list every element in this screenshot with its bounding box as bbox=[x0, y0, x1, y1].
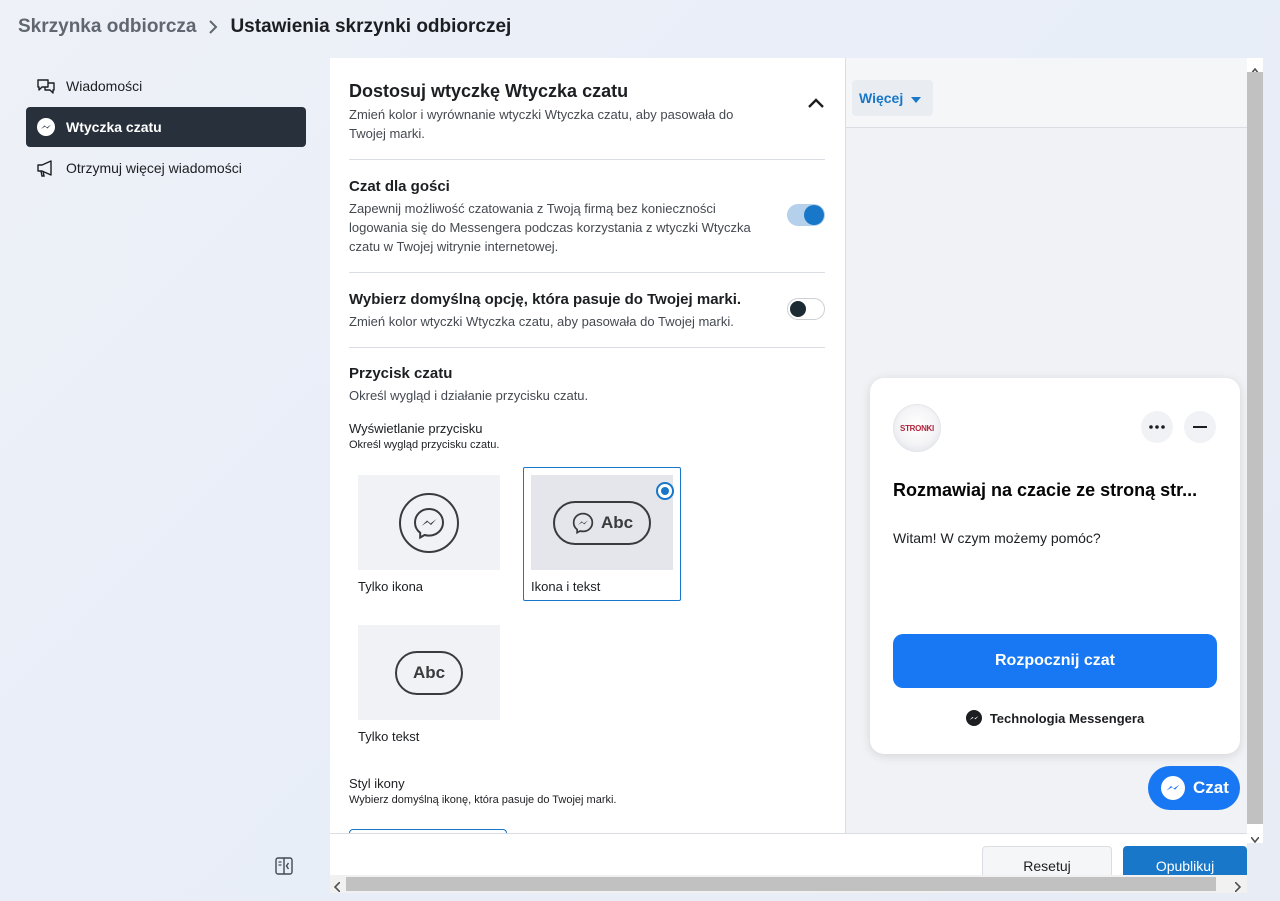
icon-style-label: Styl ikony bbox=[349, 776, 405, 791]
button-display-hint: Określ wygląd przycisku czatu. bbox=[349, 439, 500, 451]
collapse-sidebar-icon[interactable] bbox=[274, 856, 294, 881]
more-options-button[interactable] bbox=[1141, 411, 1173, 443]
option-label: Tylko ikona bbox=[358, 579, 424, 594]
messenger-icon bbox=[572, 512, 594, 534]
chat-button-description: Określ wygląd i działanie przycisku czat… bbox=[349, 388, 589, 403]
vertical-scrollbar[interactable] bbox=[1247, 58, 1263, 844]
option-label: Tylko tekst bbox=[358, 729, 420, 744]
guest-chat-row: Czat dla gości Zapewnij możliwość czatow… bbox=[349, 160, 825, 273]
minus-icon bbox=[1193, 426, 1207, 428]
option-icon-and-text[interactable]: Abc Ikona i tekst bbox=[523, 467, 681, 601]
section-description: Zmień kolor i wyrównanie wtyczki Wtyczka… bbox=[349, 107, 734, 141]
horizontal-scrollbar[interactable] bbox=[330, 875, 1247, 893]
sidebar-item-get-more-messages[interactable]: Otrzymuj więcej wiadomości bbox=[26, 148, 306, 188]
preview-pane: Więcej STRONKI Rozmawiaj na czacie ze st… bbox=[845, 58, 1247, 833]
powered-by-text: Technologia Messengera bbox=[989, 710, 1145, 726]
sidebar-item-label: Otrzymuj więcej wiadomości bbox=[66, 160, 242, 176]
greeting-message: Witam! W czym możemy pomóc? bbox=[893, 530, 1101, 546]
sidebar-item-label: Wiadomości bbox=[66, 78, 143, 94]
breadcrumb-parent-link[interactable]: Skrzynka odbiorcza bbox=[18, 16, 196, 38]
messenger-icon bbox=[36, 117, 56, 137]
option-preview: Abc bbox=[358, 625, 500, 720]
option-preview bbox=[358, 475, 500, 570]
footer-bar: Resetuj Opublikuj bbox=[330, 833, 1247, 886]
customize-section-header[interactable]: Dostosuj wtyczkę Wtyczka czatu Zmień kol… bbox=[349, 58, 825, 160]
guest-chat-title: Czat dla gości bbox=[349, 178, 450, 195]
chevron-right-icon bbox=[208, 19, 218, 35]
chat-title: Rozmawiaj na czacie ze stroną str... bbox=[893, 480, 1198, 500]
vertical-scroll-thumb[interactable] bbox=[1247, 72, 1263, 824]
icon-text-pill: Abc bbox=[553, 500, 651, 545]
pill-text: Abc bbox=[600, 512, 634, 532]
scroll-left-arrow-icon[interactable] bbox=[333, 879, 341, 897]
option-icon-only[interactable]: Tylko ikona bbox=[358, 475, 516, 594]
icon-style-section: Styl ikony Wybierz domyślną ikonę, która… bbox=[349, 776, 616, 806]
option-preview: Abc bbox=[531, 475, 673, 570]
default-option-toggle[interactable] bbox=[787, 298, 825, 320]
caret-down-icon bbox=[911, 90, 922, 106]
more-dropdown-button[interactable]: Więcej bbox=[852, 80, 934, 116]
icon-style-hint: Wybierz domyślną ikonę, która pasuje do … bbox=[349, 794, 617, 806]
sidebar-item-label: Wtyczka czatu bbox=[66, 119, 162, 135]
scroll-right-arrow-icon[interactable] bbox=[1234, 879, 1242, 897]
chat-floating-button[interactable]: Czat bbox=[1148, 766, 1240, 810]
default-option-title: Wybierz domyślną opcję, która pasuje do … bbox=[349, 291, 742, 308]
more-label: Więcej bbox=[859, 90, 904, 106]
start-chat-button[interactable]: Rozpocznij czat bbox=[893, 634, 1217, 688]
minimize-button[interactable] bbox=[1184, 411, 1216, 443]
avatar-logo-text: STRONKI bbox=[900, 423, 934, 433]
sidebar-item-messages[interactable]: Wiadomości bbox=[26, 66, 306, 106]
messenger-icon bbox=[1161, 776, 1185, 800]
ellipsis-icon bbox=[1149, 425, 1165, 429]
scroll-down-arrow-icon[interactable] bbox=[1250, 830, 1260, 848]
chat-button-title: Przycisk czatu bbox=[349, 365, 453, 382]
megaphone-icon bbox=[36, 158, 56, 178]
sidebar-item-chat-plugin[interactable]: Wtyczka czatu bbox=[26, 107, 306, 147]
chat-bubbles-icon bbox=[36, 76, 56, 96]
chat-button-section: Przycisk czatu Określ wygląd i działanie… bbox=[349, 348, 825, 451]
pill-text: Abc bbox=[412, 662, 446, 682]
section-title: Dostosuj wtyczkę Wtyczka czatu bbox=[349, 81, 629, 101]
guest-chat-toggle[interactable] bbox=[787, 204, 825, 226]
default-option-row: Wybierz domyślną opcję, która pasuje do … bbox=[349, 273, 825, 348]
guest-chat-description: Zapewnij możliwość czatowania z Twoją fi… bbox=[349, 201, 751, 254]
page-avatar: STRONKI bbox=[893, 404, 941, 452]
button-display-label: Wyświetlanie przycisku bbox=[349, 421, 483, 436]
option-label: Ikona i tekst bbox=[531, 579, 601, 594]
breadcrumb: Skrzynka odbiorcza Ustawienia skrzynki o… bbox=[18, 14, 511, 40]
settings-panel: Dostosuj wtyczkę Wtyczka czatu Zmień kol… bbox=[330, 58, 845, 833]
page-title: Ustawienia skrzynki odbiorczej bbox=[230, 16, 512, 37]
chat-preview-card: STRONKI Rozmawiaj na czacie ze stroną st… bbox=[870, 378, 1240, 754]
fab-label: Czat bbox=[1193, 778, 1229, 797]
option-text-only[interactable]: Abc Tylko tekst bbox=[358, 625, 516, 744]
sidebar: Wiadomości Wtyczka czatu Otrzymuj więcej… bbox=[26, 66, 306, 189]
default-option-description: Zmień kolor wtyczki Wtyczka czatu, aby p… bbox=[349, 314, 734, 329]
chevron-up-icon[interactable] bbox=[807, 96, 825, 114]
messenger-icon bbox=[399, 492, 459, 553]
messenger-icon bbox=[965, 710, 982, 726]
text-pill: Abc bbox=[395, 650, 463, 695]
horizontal-scroll-thumb[interactable] bbox=[346, 877, 1216, 891]
selected-radio-indicator bbox=[656, 482, 674, 500]
powered-by: Technologia Messengera bbox=[870, 710, 1240, 726]
preview-toolbar: Więcej bbox=[846, 58, 1247, 128]
